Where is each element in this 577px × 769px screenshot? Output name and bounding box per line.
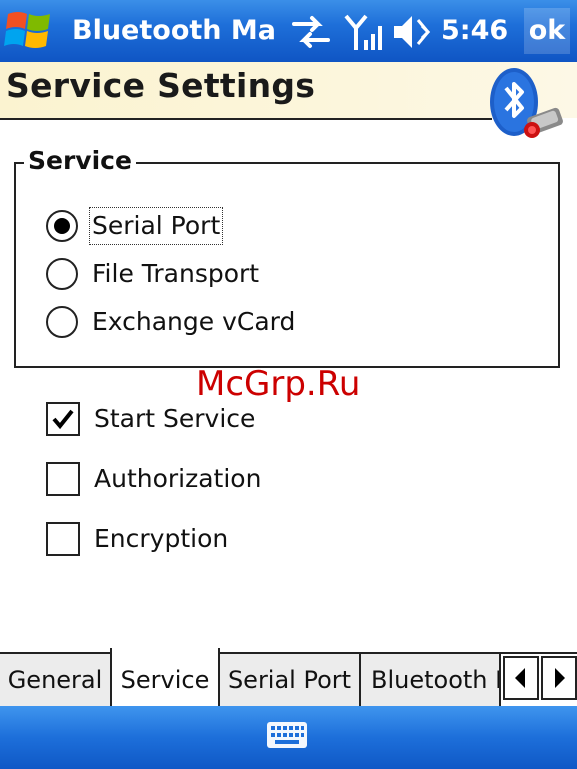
arrow-right-icon (555, 668, 565, 688)
arrow-left-icon (515, 668, 525, 688)
watermark: McGrp.Ru (196, 364, 361, 404)
clock[interactable]: 5:46 (441, 12, 508, 50)
window-title: Bluetooth Manager (72, 15, 278, 46)
tab-serial-port[interactable]: Serial Port (220, 654, 361, 706)
checkbox-label[interactable]: Authorization (94, 460, 261, 498)
radio-label[interactable]: Exchange vCard (92, 304, 295, 340)
tab-bluetooth-headset[interactable]: Bluetooth Headset (361, 654, 501, 706)
page-title: Service Settings (6, 66, 316, 105)
radio-label[interactable]: File Transport (92, 256, 259, 292)
bluetooth-logo-icon (488, 64, 572, 148)
tab-scroll-left-button[interactable] (503, 656, 539, 700)
radio-button[interactable] (46, 306, 78, 338)
sync-arrows-icon[interactable] (290, 12, 332, 52)
keyboard-icon[interactable] (266, 720, 308, 752)
radio-serial-port[interactable]: Serial Port (46, 207, 246, 248)
signal-icon[interactable] (344, 12, 384, 52)
ok-button[interactable]: ok (524, 8, 570, 54)
checkbox-authorization[interactable]: Authorization (46, 460, 276, 500)
checkbox-label[interactable]: Encryption (94, 520, 228, 558)
tab-service[interactable]: Service (110, 648, 220, 706)
radio-label[interactable]: Serial Port (88, 207, 224, 245)
volume-muted-icon[interactable] (392, 12, 434, 52)
checkmark-icon (52, 409, 74, 430)
checkbox[interactable] (46, 462, 80, 496)
title-bar: Bluetooth Manager 5:46 ok (0, 0, 577, 62)
service-group-legend: Service (24, 146, 136, 175)
windows-logo-icon (4, 12, 50, 48)
checkbox[interactable] (46, 402, 80, 436)
start-button[interactable] (0, 0, 62, 62)
bottom-menu-bar (0, 706, 577, 769)
tab-general[interactable]: General (0, 654, 112, 706)
radio-button[interactable] (46, 210, 78, 242)
checkbox-start-service[interactable]: Start Service (46, 400, 276, 440)
tab-strip: General Service Serial Port Bluetooth He… (0, 648, 577, 706)
radio-file-transport[interactable]: File Transport (46, 256, 286, 296)
header-divider (0, 118, 492, 120)
radio-button[interactable] (46, 258, 78, 290)
tab-scroll-right-button[interactable] (541, 656, 577, 700)
checkbox-encryption[interactable]: Encryption (46, 520, 246, 560)
checkbox-label[interactable]: Start Service (94, 400, 255, 438)
checkbox[interactable] (46, 522, 80, 556)
radio-exchange-vcard[interactable]: Exchange vCard (46, 304, 316, 344)
